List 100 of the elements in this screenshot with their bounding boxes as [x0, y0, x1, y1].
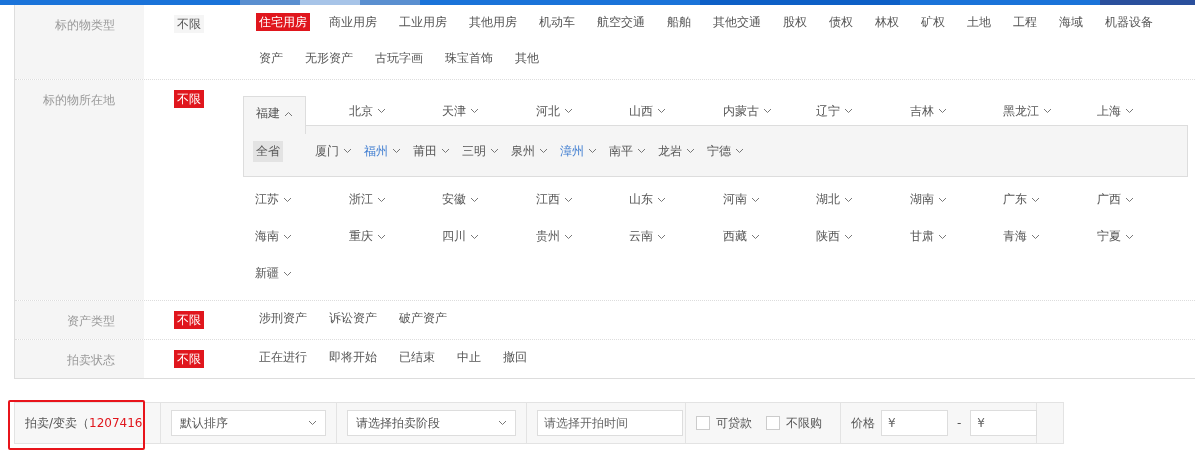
province-tab[interactable]: 上海 — [1084, 102, 1146, 120]
stage-select[interactable]: 请选择拍卖阶段 — [347, 410, 516, 436]
filter-option[interactable]: 住宅用房 — [256, 13, 310, 31]
province-tab[interactable]: 广西 — [1084, 191, 1146, 208]
caret-icon — [1124, 108, 1134, 114]
filter-option[interactable]: 股权 — [780, 13, 810, 31]
caret-icon — [750, 196, 760, 203]
caret-icon — [392, 148, 401, 154]
all-province-option[interactable]: 全省 — [253, 140, 283, 162]
province-tab[interactable]: 山东 — [617, 191, 678, 208]
province-tab[interactable]: 福建 — [243, 96, 306, 134]
filter-option[interactable]: 涉刑资产 — [256, 309, 310, 327]
caret-icon — [657, 196, 666, 203]
province-tab[interactable]: 云南 — [617, 228, 678, 245]
province-tab[interactable]: 吉林 — [897, 102, 959, 120]
caret-icon — [539, 148, 548, 154]
caret-icon — [844, 196, 853, 203]
filter-option[interactable]: 商业用房 — [326, 13, 380, 31]
province-tab[interactable]: 湖南 — [897, 191, 959, 208]
filter-option[interactable]: 债权 — [826, 13, 856, 31]
province-tab[interactable]: 辽宁 — [804, 102, 865, 120]
filter-option[interactable]: 其他交通 — [710, 13, 764, 31]
province-tab[interactable]: 河北 — [523, 102, 585, 120]
province-tab[interactable]: 陕西 — [804, 228, 865, 245]
filter-option[interactable]: 林权 — [872, 13, 902, 31]
filter-option[interactable]: 其他 — [512, 49, 542, 67]
min-price-field[interactable]: ¥ — [881, 410, 948, 436]
max-price-field[interactable]: ¥ — [970, 410, 1038, 436]
checkbox[interactable] — [766, 416, 780, 430]
province-tab[interactable]: 重庆 — [336, 228, 398, 245]
caret-icon — [686, 148, 695, 154]
province-tab[interactable]: 新疆 — [243, 265, 304, 282]
province-tab[interactable]: 四川 — [430, 228, 491, 245]
city-option[interactable]: 龙岩 — [658, 142, 695, 160]
filter-option[interactable]: 资产 — [256, 49, 286, 67]
filter-option[interactable]: 即将开始 — [326, 348, 380, 366]
province-tab[interactable]: 江西 — [523, 191, 585, 208]
filter-option[interactable]: 矿权 — [918, 13, 948, 31]
province-tab[interactable]: 山西 — [617, 102, 678, 120]
caret-icon — [490, 148, 499, 154]
filter-option[interactable]: 已结束 — [396, 348, 438, 366]
filter-option[interactable]: 机器设备 — [1102, 13, 1156, 31]
filter-label: 拍卖状态 — [15, 340, 144, 378]
filter-option[interactable]: 土地 — [964, 13, 994, 31]
filter-option[interactable]: 撤回 — [500, 348, 530, 366]
checkbox[interactable] — [696, 416, 710, 430]
filter-label: 标的物所在地 — [15, 80, 144, 300]
province-tab[interactable]: 内蒙古 — [710, 102, 784, 120]
time-field[interactable]: 请选择开拍时间 — [537, 410, 683, 436]
province-tab[interactable]: 广东 — [991, 191, 1052, 208]
caret-icon — [376, 108, 386, 114]
caret-icon — [937, 233, 947, 240]
filter-option[interactable]: 古玩字画 — [372, 49, 426, 67]
filter-option[interactable]: 正在进行 — [256, 348, 310, 366]
unlimited-option[interactable]: 不限 — [174, 15, 204, 33]
filter-option[interactable]: 中止 — [454, 348, 484, 366]
province-tab[interactable]: 青海 — [991, 228, 1052, 245]
city-option[interactable]: 福州 — [364, 142, 401, 160]
city-option[interactable]: 厦门 — [315, 142, 352, 160]
province-tab[interactable]: 天津 — [430, 102, 491, 120]
province-tab[interactable]: 宁夏 — [1084, 228, 1146, 245]
caret-icon — [283, 196, 292, 203]
city-option[interactable]: 泉州 — [511, 142, 548, 160]
province-tab[interactable]: 安徽 — [430, 191, 491, 208]
city-option[interactable]: 莆田 — [413, 142, 450, 160]
sort-select[interactable]: 默认排序 — [171, 410, 326, 436]
city-option[interactable]: 三明 — [462, 142, 499, 160]
province-tab[interactable]: 江苏 — [243, 191, 304, 208]
filter-option[interactable]: 无形资产 — [302, 49, 356, 67]
filter-option[interactable]: 工程 — [1010, 13, 1040, 31]
province-tab[interactable]: 西藏 — [710, 228, 772, 245]
province-tab[interactable]: 海南 — [243, 228, 304, 245]
caret-icon — [735, 148, 744, 154]
unlimited-option[interactable]: 不限 — [174, 350, 204, 368]
filter-option[interactable]: 航空交通 — [594, 13, 648, 31]
filter-option[interactable]: 其他用房 — [466, 13, 520, 31]
province-tab[interactable]: 北京 — [336, 102, 398, 120]
caret-icon — [308, 420, 317, 426]
city-option[interactable]: 南平 — [609, 142, 646, 160]
filter-option[interactable]: 破产资产 — [396, 309, 450, 327]
caret-icon — [937, 196, 947, 203]
province-tab[interactable]: 河南 — [710, 191, 772, 208]
filter-option[interactable]: 工业用房 — [396, 13, 450, 31]
province-tab[interactable]: 甘肃 — [897, 228, 959, 245]
caret-icon — [750, 233, 760, 240]
caret-icon — [844, 233, 853, 240]
filter-option[interactable]: 机动车 — [536, 13, 578, 31]
province-tab[interactable]: 贵州 — [523, 228, 585, 245]
filter-option[interactable]: 诉讼资产 — [326, 309, 380, 327]
filter-option[interactable]: 珠宝首饰 — [442, 49, 496, 67]
province-tab[interactable]: 湖北 — [804, 191, 865, 208]
city-option[interactable]: 宁德 — [707, 142, 744, 160]
filter-option[interactable]: 船舶 — [664, 13, 694, 31]
province-tab[interactable]: 黑龙江 — [991, 102, 1064, 120]
result-count: 拍卖/变卖（1207416 — [25, 414, 143, 432]
unlimited-option[interactable]: 不限 — [174, 90, 204, 108]
province-tab[interactable]: 浙江 — [336, 191, 398, 208]
unlimited-option[interactable]: 不限 — [174, 311, 204, 329]
city-option[interactable]: 漳州 — [560, 142, 597, 160]
filter-option[interactable]: 海域 — [1056, 13, 1086, 31]
